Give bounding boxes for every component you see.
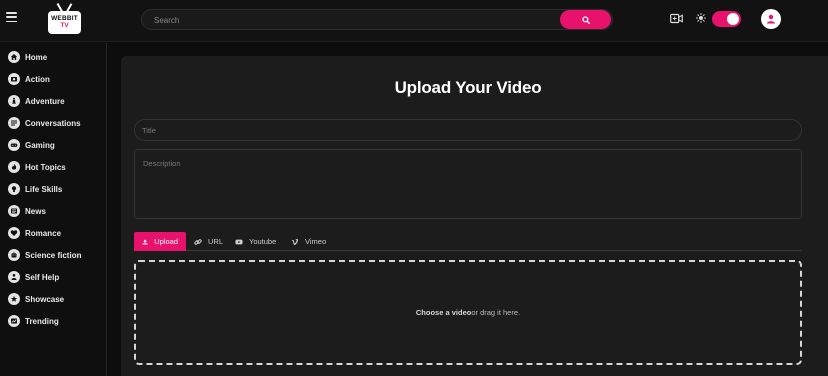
search-input[interactable] <box>154 13 554 27</box>
self-help-icon <box>8 271 20 283</box>
action-icon <box>8 73 20 85</box>
search-button[interactable] <box>560 10 611 29</box>
sidebar: Home Action Adventure Conversations Gami… <box>0 43 107 376</box>
tab-youtube[interactable]: Youtube <box>235 232 276 251</box>
lightbulb-icon <box>8 183 20 195</box>
sidebar-item-adventure[interactable]: Adventure <box>8 94 65 108</box>
home-icon <box>8 51 20 63</box>
sidebar-item-gaming[interactable]: Gaming <box>8 138 55 152</box>
sidebar-item-label: Life Skills <box>25 184 63 194</box>
sidebar-item-label: Showcase <box>25 294 65 304</box>
sidebar-item-label: Action <box>25 74 50 84</box>
dropzone-text: Choose a videoor drag it here. <box>416 308 520 317</box>
adventure-icon <box>8 95 20 107</box>
theme-toggle[interactable] <box>712 11 741 27</box>
sidebar-item-life-skills[interactable]: Life Skills <box>8 182 62 196</box>
sidebar-item-label: Trending <box>25 316 59 326</box>
sidebar-item-label: Gaming <box>25 140 55 150</box>
newspaper-icon <box>8 205 20 217</box>
search-bar <box>141 9 613 30</box>
sidebar-item-science-fiction[interactable]: Science fiction <box>8 248 81 262</box>
sidebar-item-label: Home <box>25 52 48 62</box>
sidebar-item-romance[interactable]: Romance <box>8 226 61 240</box>
toggle-knob <box>727 13 739 25</box>
sidebar-item-label: News <box>25 206 46 216</box>
sidebar-item-label: Romance <box>25 228 62 238</box>
search-icon <box>581 15 590 24</box>
dropzone-drag-label: or drag it here. <box>471 308 521 317</box>
upload-icon <box>142 239 148 244</box>
sidebar-item-self-help[interactable]: Self Help <box>8 270 59 284</box>
tab-url[interactable]: URL <box>194 232 223 251</box>
sidebar-item-showcase[interactable]: Showcase <box>8 292 64 306</box>
page-title: Upload Your Video <box>394 78 542 97</box>
title-field[interactable] <box>134 119 802 141</box>
star-icon <box>8 293 20 305</box>
heart-icon <box>8 227 20 239</box>
sidebar-item-label: Adventure <box>25 96 65 106</box>
sidebar-item-trending[interactable]: Trending <box>8 314 59 328</box>
sidebar-item-label: Hot Topics <box>25 162 66 172</box>
sidebar-item-label: Conversations <box>25 118 81 128</box>
user-avatar-icon <box>767 14 775 24</box>
logo-text-line2: TV <box>60 21 69 29</box>
conversations-icon <box>8 117 20 129</box>
sidebar-item-conversations[interactable]: Conversations <box>8 116 81 130</box>
tab-label: Vimeo <box>305 237 327 246</box>
tab-label: Upload <box>154 237 178 246</box>
robot-icon <box>8 249 20 261</box>
tab-vimeo[interactable]: Vimeo <box>291 232 326 251</box>
description-field[interactable] <box>134 149 802 219</box>
user-avatar[interactable] <box>761 9 781 29</box>
video-camera-icon[interactable] <box>670 13 683 24</box>
sidebar-item-label: Science fiction <box>25 250 82 260</box>
tab-label: URL <box>208 237 224 246</box>
site-logo[interactable]: WEBBIT TV <box>48 3 81 35</box>
upload-card: Upload Your Video Upload URL Youtube <box>121 56 828 376</box>
sidebar-item-action[interactable]: Action <box>8 72 50 86</box>
tab-upload[interactable]: Upload <box>134 232 186 251</box>
sidebar-item-hot-topics[interactable]: Hot Topics <box>8 160 66 174</box>
sidebar-item-label: Self Help <box>25 272 60 282</box>
hamburger-icon[interactable] <box>6 12 17 22</box>
trending-icon <box>8 315 20 327</box>
sidebar-item-news[interactable]: News <box>8 204 46 218</box>
youtube-icon <box>235 239 243 244</box>
vimeo-icon <box>291 238 299 245</box>
dropzone-choose-label: Choose a video <box>415 308 472 317</box>
top-header: WEBBIT TV <box>0 0 828 42</box>
gamepad-icon <box>8 139 20 151</box>
link-icon <box>194 238 202 245</box>
fire-icon <box>8 161 20 173</box>
tab-label: Youtube <box>249 237 277 246</box>
sidebar-item-home[interactable]: Home <box>8 50 47 64</box>
sun-icon[interactable] <box>696 13 706 23</box>
video-dropzone[interactable]: Choose a videoor drag it here. <box>134 260 802 365</box>
upload-source-tabs: Upload URL Youtube Vimeo <box>134 231 802 251</box>
